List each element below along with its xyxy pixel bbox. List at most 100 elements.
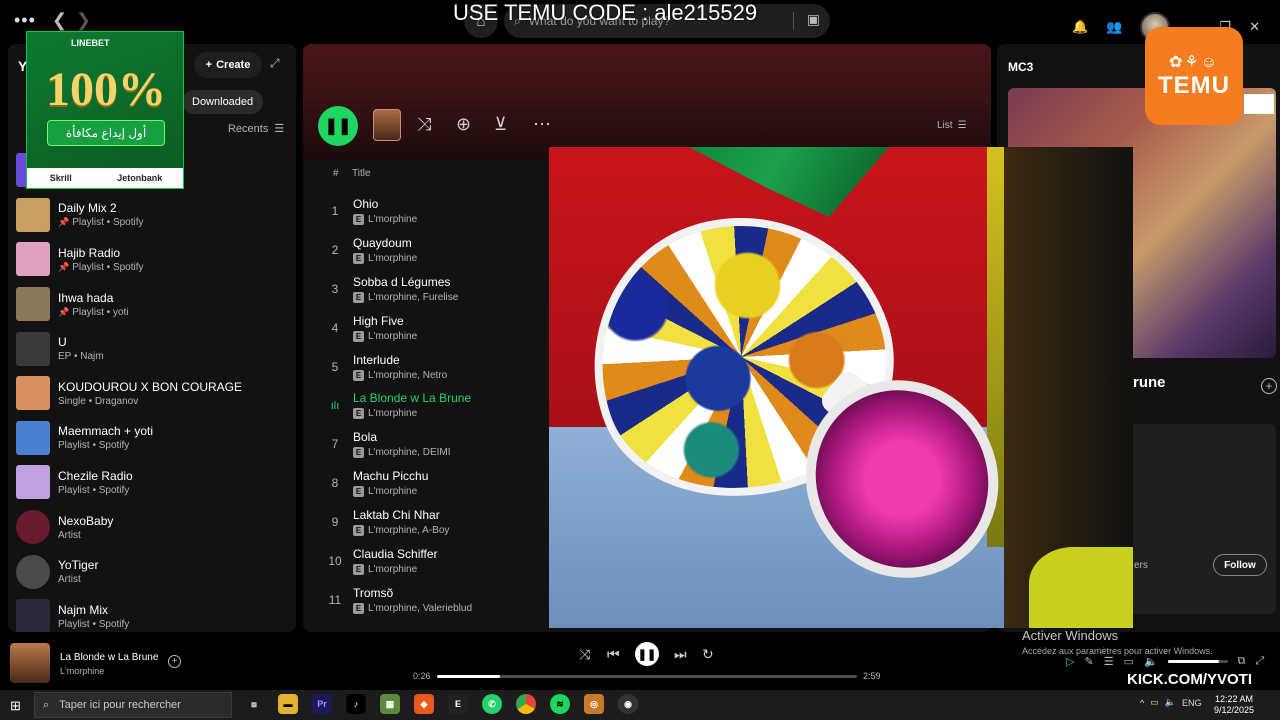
track-artist[interactable]: L'morphine bbox=[368, 253, 417, 264]
obs-icon[interactable]: ◉ bbox=[618, 694, 638, 714]
repeat-icon[interactable]: ↻ bbox=[702, 646, 714, 663]
friends-icon[interactable]: 👥 bbox=[1106, 19, 1122, 35]
menu-dots-icon[interactable]: ••• bbox=[14, 10, 36, 31]
chip-downloaded[interactable]: Downloaded bbox=[182, 90, 264, 114]
now-playing-title[interactable]: La Blonde w La Brune bbox=[60, 652, 158, 663]
library-item[interactable]: Maemmach + yoti Playlist • Spotify bbox=[8, 416, 296, 461]
track-title[interactable]: Quaydoum bbox=[353, 236, 412, 250]
track-artist[interactable]: L'morphine bbox=[368, 564, 417, 575]
forward-arrow-icon[interactable]: ❯ bbox=[76, 10, 91, 31]
shuffle-icon[interactable]: ⤨ bbox=[417, 114, 431, 135]
taskbar-search[interactable]: ⌕ Taper ici pour rechercher bbox=[34, 692, 232, 718]
add-circle-icon[interactable]: ⊕ bbox=[456, 114, 471, 135]
fullscreen-icon[interactable]: ⤢ bbox=[1256, 655, 1265, 668]
spotify-icon[interactable]: ≋ bbox=[550, 694, 570, 714]
track-artist[interactable]: L'morphine, Netro bbox=[368, 370, 447, 381]
library-item-subtitle: Playlist • Spotify bbox=[58, 440, 153, 451]
track-title[interactable]: Bola bbox=[353, 430, 377, 444]
view-toggle[interactable]: List ☰ bbox=[937, 120, 967, 131]
library-item[interactable]: U EP • Najm bbox=[8, 326, 296, 371]
ad-banner[interactable]: LINEBET 100% أول إيداع مكافأة Skrill Jet… bbox=[26, 31, 184, 189]
previous-icon[interactable]: ⏮ bbox=[607, 646, 620, 663]
windows-start-icon[interactable]: ⊞ bbox=[10, 698, 21, 714]
tray-chevron-icon[interactable]: ^ bbox=[1140, 698, 1144, 708]
progress-bar[interactable] bbox=[437, 675, 857, 678]
back-arrow-icon[interactable]: ❮ bbox=[52, 10, 67, 31]
game-icon[interactable]: ◎ bbox=[584, 694, 604, 714]
now-playing-view-icon[interactable]: ▷ bbox=[1066, 655, 1074, 668]
network-icon[interactable]: ▭ bbox=[1150, 697, 1159, 708]
tiktok-icon[interactable]: ♪ bbox=[346, 694, 366, 714]
close-icon[interactable]: ✕ bbox=[1249, 19, 1260, 35]
expand-icon[interactable]: ⤢ bbox=[270, 56, 280, 71]
track-artist[interactable]: L'morphine, A-Boy bbox=[368, 525, 449, 536]
taskbar-search-input[interactable]: Taper ici pour rechercher bbox=[59, 699, 181, 711]
next-icon[interactable]: ⏭ bbox=[674, 646, 687, 663]
library-item-text: Hajib Radio 📌 Playlist • Spotify bbox=[58, 246, 144, 273]
library-item[interactable]: Daily Mix 2 📌 Playlist • Spotify bbox=[8, 193, 296, 238]
add-icon[interactable]: + bbox=[168, 655, 181, 668]
whatsapp-icon[interactable]: ✆ bbox=[482, 694, 502, 714]
queue-icon[interactable]: ☰ bbox=[1104, 655, 1114, 668]
library-item-name: Chezile Radio bbox=[58, 468, 133, 483]
miniplayer-icon[interactable]: ⧉ bbox=[1238, 655, 1246, 668]
lyrics-icon[interactable]: ✎ bbox=[1084, 655, 1093, 668]
library-item[interactable]: NexoBaby Artist bbox=[8, 505, 296, 550]
connect-device-icon[interactable]: ▭ bbox=[1124, 655, 1134, 668]
download-icon[interactable]: ⊻ bbox=[494, 114, 507, 135]
play-pause-button[interactable]: ❚❚ bbox=[635, 642, 659, 666]
epic-games-icon[interactable]: E bbox=[448, 694, 468, 714]
track-title[interactable]: La Blonde w La Brune bbox=[353, 391, 471, 405]
ad-cta[interactable]: أول إيداع مكافأة bbox=[47, 120, 165, 146]
track-artist[interactable]: L'morphine bbox=[368, 331, 417, 342]
file-explorer-icon[interactable]: ▬ bbox=[278, 694, 298, 714]
track-title[interactable]: Machu Picchu bbox=[353, 469, 428, 483]
track-artist[interactable]: L'morphine bbox=[368, 408, 417, 419]
minecraft-icon[interactable]: ▦ bbox=[380, 694, 400, 714]
library-item-cover bbox=[16, 287, 50, 322]
library-item-subtitle: 📌 Playlist • Spotify bbox=[58, 217, 144, 228]
bell-icon[interactable]: 🔔 bbox=[1072, 19, 1088, 35]
album-thumbnail[interactable] bbox=[373, 109, 401, 141]
track-title[interactable]: High Five bbox=[353, 314, 404, 328]
track-artist[interactable]: L'morphine, DEIMI bbox=[368, 447, 451, 458]
track-title[interactable]: Ohio bbox=[353, 197, 378, 211]
task-view-icon[interactable]: ⧈ bbox=[244, 694, 264, 714]
track-artist[interactable]: L'morphine bbox=[368, 486, 417, 497]
track-title[interactable]: Sobba d Légumes bbox=[353, 275, 450, 289]
library-item-text: Daily Mix 2 📌 Playlist • Spotify bbox=[58, 201, 144, 228]
library-item[interactable]: Najm Mix Playlist • Spotify bbox=[8, 594, 296, 632]
sound-icon[interactable]: 🔈 bbox=[1165, 697, 1176, 708]
pause-button[interactable]: ❚❚ bbox=[318, 106, 358, 146]
track-artist[interactable]: L'morphine, Furelise bbox=[368, 292, 458, 303]
browse-icon[interactable]: ▣ bbox=[807, 11, 820, 28]
taskbar-clock[interactable]: 12:22 AM 9/12/2025 bbox=[1214, 694, 1254, 716]
chrome-icon[interactable] bbox=[516, 694, 536, 714]
now-playing-artist[interactable]: L'morphine bbox=[60, 666, 104, 676]
track-title[interactable]: Interlude bbox=[353, 353, 400, 367]
ad-footer-left: Skrill bbox=[49, 173, 72, 183]
library-item[interactable]: Ihwa hada 📌 Playlist • yoti bbox=[8, 282, 296, 327]
track-title[interactable]: Tromsõ bbox=[353, 586, 393, 600]
track-title[interactable]: Laktab Chi Nhar bbox=[353, 508, 440, 522]
more-icon[interactable]: ⋯ bbox=[533, 114, 551, 135]
library-item[interactable]: KOUDOUROU X BON COURAGE Single • Draganov bbox=[8, 371, 296, 416]
recents-sort[interactable]: Recents ☰ bbox=[228, 122, 284, 136]
follow-button[interactable]: Follow bbox=[1213, 554, 1267, 576]
premiere-icon[interactable]: Pr bbox=[312, 694, 332, 714]
track-artist-line: E L'morphine bbox=[353, 408, 417, 420]
create-button[interactable]: + Create bbox=[194, 52, 262, 78]
library-item[interactable]: YoTiger Artist bbox=[8, 549, 296, 594]
add-to-library-icon[interactable]: + bbox=[1261, 378, 1277, 394]
shuffle-icon[interactable]: ⤨ bbox=[579, 646, 590, 663]
volume-slider[interactable] bbox=[1167, 660, 1228, 663]
library-item[interactable]: Hajib Radio 📌 Playlist • Spotify bbox=[8, 237, 296, 282]
volume-icon[interactable]: 🔈 bbox=[1144, 655, 1158, 668]
track-title[interactable]: Claudia Schiffer bbox=[353, 547, 438, 561]
track-artist[interactable]: L'morphine bbox=[368, 214, 417, 225]
track-artist[interactable]: L'morphine, Valerieblud bbox=[368, 603, 472, 614]
language-indicator[interactable]: ENG bbox=[1182, 698, 1202, 708]
brave-icon[interactable]: ◆ bbox=[414, 694, 434, 714]
now-playing-cover[interactable] bbox=[10, 643, 50, 683]
library-item[interactable]: Chezile Radio Playlist • Spotify bbox=[8, 460, 296, 505]
